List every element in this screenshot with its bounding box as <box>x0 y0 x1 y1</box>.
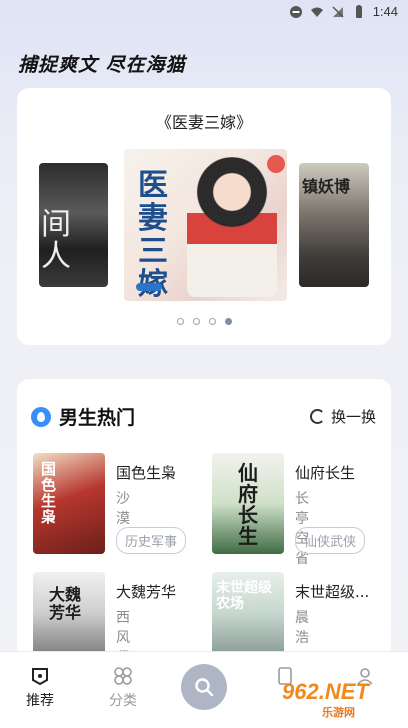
section-title: 男生热门 <box>59 407 136 429</box>
book-cover[interactable]: 国色生枭 <box>33 453 105 554</box>
status-icons: 1:44 <box>289 4 398 19</box>
section-header: 男生热门 <box>31 403 135 430</box>
book-title[interactable]: 国色生枭 <box>116 462 176 483</box>
book-cover-text: 仙府长生 <box>238 461 258 548</box>
carousel-dot[interactable] <box>176 318 184 325</box>
banner-cover-prev-text: 间 人 <box>41 207 71 274</box>
book-cover-text: 末世超级农场 <box>216 580 272 612</box>
slogan: 捕捉爽文 尽在海猫 <box>18 54 186 76</box>
nav-tab-label: 推荐 <box>26 693 54 709</box>
book-author: 晨浩 <box>295 610 309 646</box>
carousel-indicator <box>17 318 391 325</box>
no-signal-icon <box>332 5 344 18</box>
status-time: 1:44 <box>372 4 398 19</box>
category-icon <box>114 667 132 685</box>
wifi-icon <box>310 7 323 17</box>
refresh-button[interactable]: 换一换 <box>309 406 376 427</box>
book-cover-text: 大魏芳华 <box>49 585 82 622</box>
status-bar: 1:44 <box>0 0 408 24</box>
battery-icon <box>355 4 362 18</box>
banner-cover-next[interactable]: 镇妖博 <box>299 163 369 287</box>
nav-tab-recommend[interactable]: 推荐 <box>10 666 70 710</box>
search-icon <box>195 678 214 697</box>
male-hot-section: 男生热门 换一换 国色生枭 国色生枭 沙漠 历史军事 仙府长生 仙府长生 长亭空… <box>17 379 391 679</box>
banner-cover-current-text: 医妻三嫁 <box>138 168 168 301</box>
book-cover-text: 国色生枭 <box>41 460 57 526</box>
banner-title: 《医妻三嫁》 <box>155 113 252 132</box>
banner-cover-next-text: 镇妖博 <box>302 177 351 196</box>
recommend-icon <box>32 668 48 686</box>
flower-decoration-icon <box>267 155 285 173</box>
fire-icon <box>31 406 51 427</box>
book-genre-tag[interactable]: 历史军事 <box>116 527 187 554</box>
nav-tab-category[interactable]: 分类 <box>93 666 153 710</box>
watermark-logo: 962.NET <box>282 679 369 704</box>
banner-cover-prev[interactable]: 间 人 <box>39 163 108 287</box>
carousel-dot[interactable] <box>208 318 216 325</box>
book-title[interactable]: 仙府长生 <box>295 462 355 483</box>
refresh-icon <box>309 409 325 424</box>
nav-tab-label: 分类 <box>109 693 137 709</box>
watermark-sub: 乐游网 <box>322 706 355 719</box>
banner-carousel[interactable]: 《医妻三嫁》 间 人 医妻三嫁 镇妖博 <box>17 88 391 345</box>
book-title[interactable]: 末世超级... <box>295 581 369 602</box>
search-button[interactable] <box>181 664 227 710</box>
publisher-logo-icon <box>136 283 162 291</box>
carousel-dot[interactable] <box>192 318 200 325</box>
book-author: 沙漠 <box>116 491 130 527</box>
banner-cover-current[interactable]: 医妻三嫁 <box>124 149 287 301</box>
book-genre-tag[interactable]: 仙侠武侠 <box>295 527 366 554</box>
book-cover[interactable]: 仙府长生 <box>212 453 284 554</box>
book-title[interactable]: 大魏芳华 <box>116 581 176 602</box>
carousel-dot-active[interactable] <box>224 318 232 325</box>
cover-figure-illustration <box>187 157 277 297</box>
refresh-label: 换一换 <box>330 408 376 426</box>
dnd-icon <box>289 5 302 18</box>
